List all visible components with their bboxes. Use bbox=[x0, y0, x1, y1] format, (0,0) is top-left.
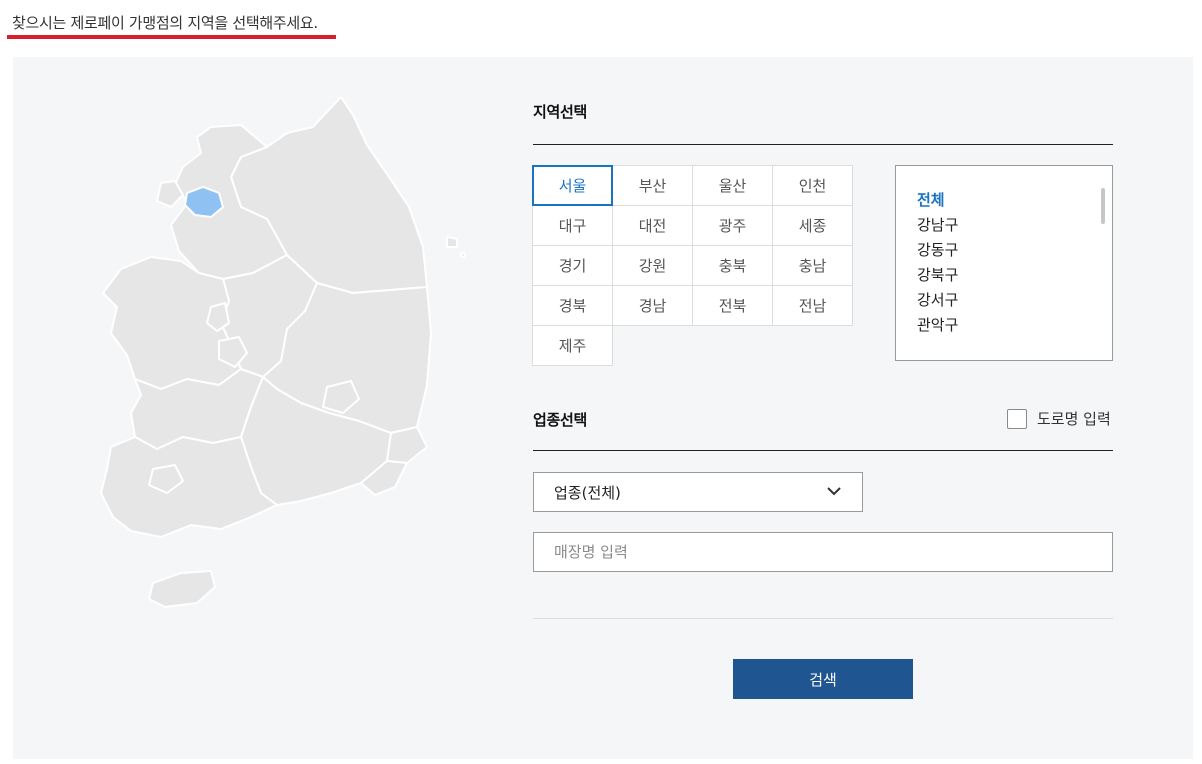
district-list: 전체 강남구 강동구 강북구 강서구 관악구 bbox=[917, 188, 958, 338]
region-button-jeonbuk[interactable]: 전북 bbox=[692, 285, 773, 326]
category-section-rule bbox=[533, 450, 1113, 451]
district-item[interactable]: 강남구 bbox=[917, 213, 958, 238]
district-item-all[interactable]: 전체 bbox=[917, 188, 958, 213]
region-section-title: 지역선택 bbox=[533, 103, 588, 121]
map-region-dokdo bbox=[460, 252, 466, 258]
region-button-incheon[interactable]: 인천 bbox=[772, 165, 853, 206]
region-button-sejong[interactable]: 세종 bbox=[772, 205, 853, 246]
page-headline: 찾으시는 제로페이 가맹점의 지역을 선택해주세요. bbox=[12, 14, 318, 32]
region-section-rule bbox=[533, 144, 1113, 145]
search-panel: 지역선택 서울 부산 울산 인천 대구 대전 광주 세종 경기 강원 충북 충남… bbox=[13, 57, 1193, 759]
category-section-title: 업종선택 bbox=[533, 411, 588, 429]
region-button-gyeongbuk[interactable]: 경북 bbox=[532, 285, 613, 326]
road-address-checkbox[interactable] bbox=[1007, 408, 1027, 429]
region-grid: 서울 부산 울산 인천 대구 대전 광주 세종 경기 강원 충북 충남 경북 경… bbox=[532, 165, 853, 366]
map-region-ulleung bbox=[446, 236, 458, 248]
store-name-input[interactable] bbox=[533, 532, 1113, 572]
region-button-gangwon[interactable]: 강원 bbox=[612, 245, 693, 286]
region-button-gyeonggi[interactable]: 경기 bbox=[532, 245, 613, 286]
road-address-toggle[interactable]: 도로명 입력 bbox=[1007, 408, 1111, 429]
chevron-down-icon bbox=[827, 487, 841, 496]
district-item[interactable]: 관악구 bbox=[917, 313, 958, 338]
region-button-gyeongnam[interactable]: 경남 bbox=[612, 285, 693, 326]
region-button-jeonnam[interactable]: 전남 bbox=[772, 285, 853, 326]
category-select[interactable]: 업종(전체) bbox=[533, 472, 863, 512]
region-button-daegu[interactable]: 대구 bbox=[532, 205, 613, 246]
region-button-ulsan[interactable]: 울산 bbox=[692, 165, 773, 206]
headline-underline bbox=[7, 35, 336, 39]
korea-map bbox=[100, 97, 466, 608]
region-button-seoul[interactable]: 서울 bbox=[532, 165, 613, 206]
district-scrollbar[interactable] bbox=[1101, 188, 1105, 224]
category-select-value: 업종(전체) bbox=[554, 483, 621, 502]
district-listbox[interactable]: 전체 강남구 강동구 강북구 강서구 관악구 bbox=[895, 165, 1113, 361]
region-button-chungnam[interactable]: 충남 bbox=[772, 245, 853, 286]
district-item[interactable]: 강서구 bbox=[917, 288, 958, 313]
district-item[interactable]: 강동구 bbox=[917, 238, 958, 263]
form-divider bbox=[533, 618, 1113, 619]
search-button[interactable]: 검색 bbox=[733, 659, 913, 699]
region-button-jeju[interactable]: 제주 bbox=[532, 325, 613, 366]
region-button-daejeon[interactable]: 대전 bbox=[612, 205, 693, 246]
map-region-ulsan[interactable] bbox=[386, 426, 428, 464]
road-address-label: 도로명 입력 bbox=[1037, 410, 1111, 428]
map-region-jeju[interactable] bbox=[148, 570, 216, 608]
region-button-chungbuk[interactable]: 충북 bbox=[692, 245, 773, 286]
region-button-gwangju[interactable]: 광주 bbox=[692, 205, 773, 246]
region-button-busan[interactable]: 부산 bbox=[612, 165, 693, 206]
district-item[interactable]: 강북구 bbox=[917, 263, 958, 288]
